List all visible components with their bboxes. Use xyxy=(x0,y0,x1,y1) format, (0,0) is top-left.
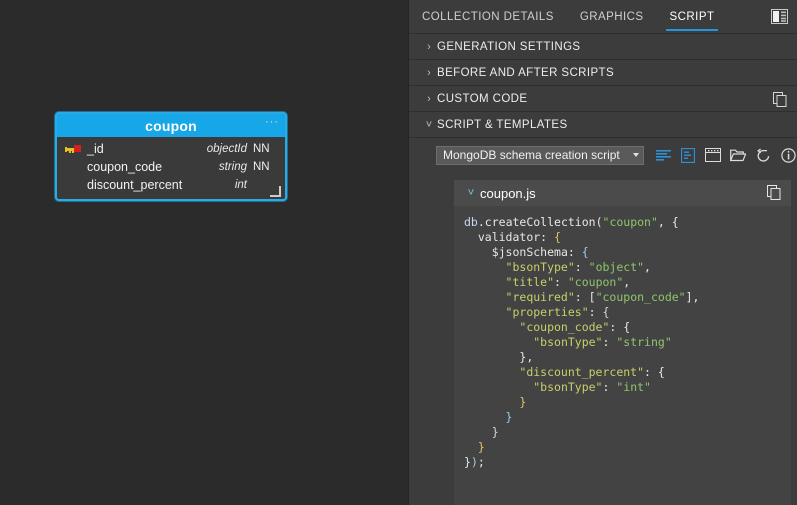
entity-resize-handle[interactable] xyxy=(270,186,281,197)
code-line: } xyxy=(519,395,527,409)
diagram-canvas[interactable]: coupon ··· _id objectId NN coupon_code s… xyxy=(0,0,408,505)
script-file-name: coupon.js xyxy=(480,185,536,201)
chevron-right-icon: › xyxy=(427,40,431,53)
table-row[interactable]: _id objectId NN xyxy=(57,140,285,158)
tab-collection-details[interactable]: COLLECTION DETAILS xyxy=(409,0,567,33)
tab-graphics[interactable]: GRAPHICS xyxy=(567,0,657,33)
attribute-name: _id xyxy=(87,142,104,156)
code-line: } xyxy=(505,410,513,424)
info-icon[interactable] xyxy=(780,147,796,163)
application-window: coupon ··· _id objectId NN coupon_code s… xyxy=(0,0,797,505)
tab-script[interactable]: SCRIPT xyxy=(657,0,728,33)
attribute-name: coupon_code xyxy=(87,160,163,174)
panel-layout-icon[interactable] xyxy=(762,0,797,33)
entity-title: coupon xyxy=(145,117,197,134)
code-line: "coupon_code": { xyxy=(519,320,631,334)
code-line: "bsonType": "string" xyxy=(533,335,672,349)
attribute-type: int xyxy=(234,179,247,191)
code-line: }); xyxy=(464,455,485,469)
properties-panel: COLLECTION DETAILS GRAPHICS SCRIPT › GEN… xyxy=(408,0,797,505)
script-document-icon[interactable] xyxy=(680,147,696,163)
section-label: GENERATION SETTINGS xyxy=(437,40,581,53)
toolbar-icon-group xyxy=(655,147,796,163)
script-file-header[interactable]: ˅ coupon.js xyxy=(454,180,791,206)
code-line: } xyxy=(491,425,499,439)
open-folder-icon[interactable] xyxy=(730,147,746,163)
script-editor-area: ˅ coupon.js db.createCollection("coupon"… xyxy=(409,172,797,505)
chevron-down-icon xyxy=(633,153,639,157)
code-line: } xyxy=(477,440,485,454)
attribute-not-null: NN xyxy=(253,143,270,155)
chevron-down-icon: ˅ xyxy=(425,118,433,131)
primary-key-icon xyxy=(65,144,87,154)
script-code-block[interactable]: db.createCollection("coupon", { validato… xyxy=(454,206,791,505)
reset-icon[interactable] xyxy=(755,147,771,163)
tab-bar: COLLECTION DETAILS GRAPHICS SCRIPT xyxy=(409,0,797,34)
chevron-down-icon[interactable]: ˅ xyxy=(462,187,480,199)
copy-icon[interactable] xyxy=(773,92,787,112)
section-script-and-templates[interactable]: ˅ SCRIPT & TEMPLATES xyxy=(409,112,797,138)
code-line: "properties": { xyxy=(505,305,610,319)
entity-table-coupon[interactable]: coupon ··· _id objectId NN coupon_code s… xyxy=(55,112,287,201)
script-type-select[interactable]: MongoDB schema creation script xyxy=(436,145,644,165)
code-line: "title": "coupon", xyxy=(505,275,631,289)
code-line: $jsonSchema: { xyxy=(491,245,589,259)
section-label: SCRIPT & TEMPLATES xyxy=(437,118,568,131)
code-line: }, xyxy=(519,350,534,364)
code-line: "required": ["coupon_code"], xyxy=(505,290,700,304)
section-generation-settings[interactable]: › GENERATION SETTINGS xyxy=(409,34,797,60)
code-line: "bsonType": "object", xyxy=(505,260,651,274)
tab-label: COLLECTION DETAILS xyxy=(422,10,554,23)
entity-attribute-list: _id objectId NN coupon_code string NN di… xyxy=(57,137,285,199)
section-label: BEFORE AND AFTER SCRIPTS xyxy=(437,66,615,79)
entity-header[interactable]: coupon ··· xyxy=(57,114,285,137)
code-line: validator: { xyxy=(477,230,561,244)
entity-menu-icon[interactable]: ··· xyxy=(265,117,279,128)
table-row[interactable]: discount_percent int xyxy=(57,176,285,194)
tab-label: SCRIPT xyxy=(669,10,715,23)
code-line: "discount_percent": { xyxy=(519,365,665,379)
attribute-type: objectId xyxy=(206,143,247,155)
attribute-name: discount_percent xyxy=(87,178,183,192)
table-row[interactable]: coupon_code string NN xyxy=(57,158,285,176)
attribute-not-null: NN xyxy=(253,161,270,173)
code-line: "bsonType": "int" xyxy=(533,380,651,394)
copy-icon[interactable] xyxy=(767,185,781,205)
code-line: db.createCollection("coupon", { xyxy=(464,215,679,229)
chevron-right-icon: › xyxy=(427,92,431,105)
section-label: CUSTOM CODE xyxy=(437,92,528,105)
attribute-type: string xyxy=(218,161,247,173)
section-before-and-after-scripts[interactable]: › BEFORE AND AFTER SCRIPTS xyxy=(409,60,797,86)
save-template-icon[interactable] xyxy=(705,147,721,163)
format-lines-icon[interactable] xyxy=(655,147,671,163)
chevron-right-icon: › xyxy=(427,66,431,79)
section-custom-code[interactable]: › CUSTOM CODE xyxy=(409,86,797,112)
script-toolbar: MongoDB schema creation script xyxy=(409,138,797,172)
tab-label: GRAPHICS xyxy=(579,10,644,23)
script-type-value: MongoDB schema creation script xyxy=(443,148,620,162)
